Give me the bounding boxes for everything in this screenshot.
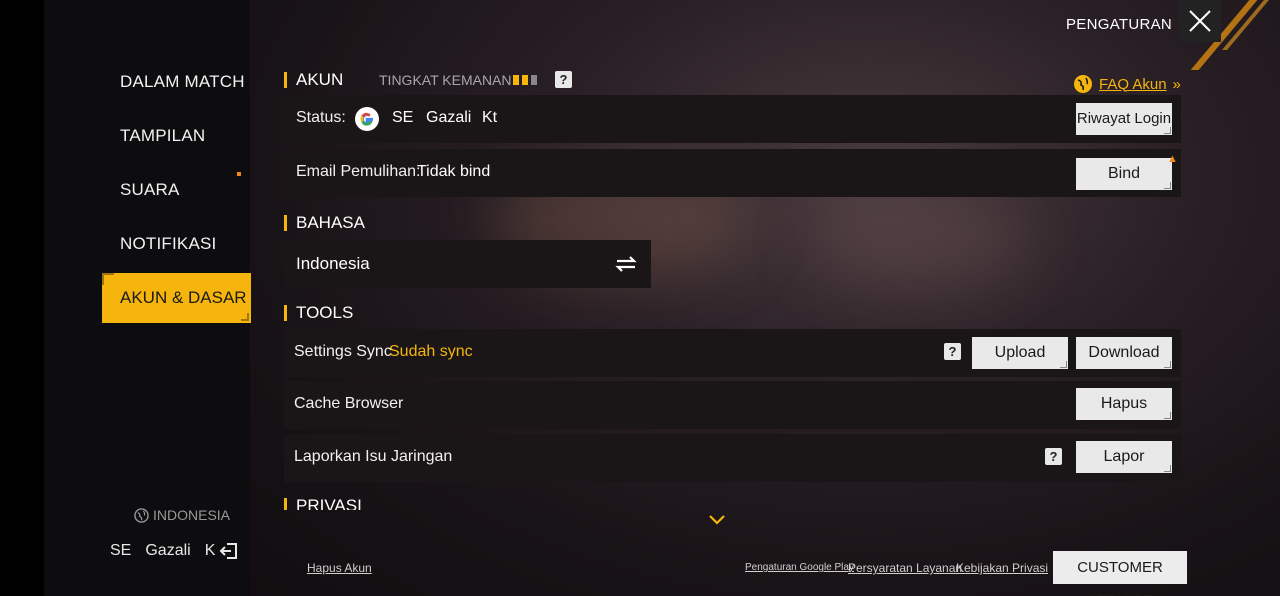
sidebar-item-suara[interactable]: SUARA xyxy=(120,180,180,200)
left-margin xyxy=(0,0,44,596)
report-button[interactable]: Lapor xyxy=(1076,441,1172,473)
security-help-icon[interactable]: ? xyxy=(555,71,572,88)
close-icon xyxy=(1189,10,1211,32)
language-selector[interactable]: Indonesia xyxy=(284,240,651,288)
google-icon xyxy=(355,107,379,131)
recovery-email-row: Email Pemulihan: Tidak bind Bind ▲ xyxy=(284,149,1181,197)
section-title-tools: TOOLS xyxy=(284,303,353,323)
sync-help-icon[interactable]: ? xyxy=(944,343,961,360)
terms-link[interactable]: Persyaratan Layanan xyxy=(848,561,962,575)
sidebar-item-akun-dasar[interactable]: AKUN & DASAR xyxy=(102,273,251,323)
status-label: Status: xyxy=(296,109,346,126)
double-chevron-right-icon: » xyxy=(1172,75,1181,93)
recovery-email-value: Tidak bind xyxy=(417,163,491,180)
section-title-akun: AKUN xyxy=(284,70,343,90)
swap-icon xyxy=(615,256,637,272)
sidebar-item-notifikasi[interactable]: NOTIFIKASI xyxy=(120,234,216,254)
logout-icon[interactable] xyxy=(219,541,239,561)
user-name-part: SE xyxy=(110,542,132,559)
cache-browser-label: Cache Browser xyxy=(294,395,404,412)
settings-sync-row: Settings Sync Sudah sync ? Upload Downlo… xyxy=(284,329,1181,377)
status-name-part: SE xyxy=(392,109,414,126)
cache-browser-row: Cache Browser Hapus xyxy=(284,381,1181,429)
chevron-down-icon[interactable] xyxy=(708,514,726,526)
user-name-part: K xyxy=(204,542,216,559)
settings-sync-label: Settings Sync xyxy=(294,343,392,360)
security-level-bars xyxy=(513,75,537,85)
bind-button[interactable]: Bind xyxy=(1076,158,1172,190)
globe-icon xyxy=(1074,75,1092,93)
section-title-bahasa: BAHASA xyxy=(284,213,365,233)
user-footer: SE Gazali K xyxy=(110,541,239,561)
clear-cache-button[interactable]: Hapus xyxy=(1076,388,1172,420)
thumbs-up-icon: ▲ xyxy=(1167,153,1178,165)
google-play-settings-link[interactable]: Pengaturan Google Play xyxy=(745,562,854,573)
privacy-policy-link[interactable]: Kebijakan Privasi xyxy=(956,561,1048,575)
upload-button[interactable]: Upload xyxy=(972,337,1068,369)
customer-service-button[interactable]: CUSTOMER SERVICE xyxy=(1053,551,1187,596)
status-name-part: Gazali xyxy=(426,109,472,126)
region-indicator[interactable]: INDONESIA xyxy=(134,507,230,523)
globe-icon xyxy=(134,507,149,523)
region-label: INDONESIA xyxy=(153,507,231,523)
section-title-privasi: PRIVASI xyxy=(284,496,362,510)
network-report-label: Laporkan Isu Jaringan xyxy=(294,448,453,465)
network-help-icon[interactable]: ? xyxy=(1045,448,1062,465)
sidebar-item-dalam-match[interactable]: DALAM MATCH xyxy=(120,72,245,92)
user-name-part: Gazali xyxy=(145,542,191,559)
sidebar-item-tampilan[interactable]: TAMPILAN xyxy=(120,126,205,146)
account-status-row: Status: SE Gazali Kt Riwayat Login xyxy=(284,95,1181,143)
network-report-row: Laporkan Isu Jaringan ? Lapor xyxy=(284,434,1181,482)
security-level-label: TINGKAT KEMANAN xyxy=(379,72,512,88)
language-value: Indonesia xyxy=(296,254,370,273)
faq-link[interactable]: FAQ Akun » xyxy=(1073,74,1181,94)
sync-status: Sudah sync xyxy=(389,343,473,360)
download-button[interactable]: Download xyxy=(1076,337,1172,369)
faq-link-label: FAQ Akun xyxy=(1099,75,1167,93)
privacy-clip: PRIVASI xyxy=(284,494,484,510)
close-button[interactable] xyxy=(1179,0,1221,42)
sidebar-item-label: AKUN & DASAR xyxy=(120,288,247,307)
page-title: PENGATURAN xyxy=(1066,16,1173,33)
delete-account-link[interactable]: Hapus Akun xyxy=(307,561,372,575)
notification-dot xyxy=(237,172,241,176)
login-history-button[interactable]: Riwayat Login xyxy=(1076,103,1172,135)
status-name-part: Kt xyxy=(482,109,498,126)
recovery-email-label: Email Pemulihan: xyxy=(296,163,421,180)
